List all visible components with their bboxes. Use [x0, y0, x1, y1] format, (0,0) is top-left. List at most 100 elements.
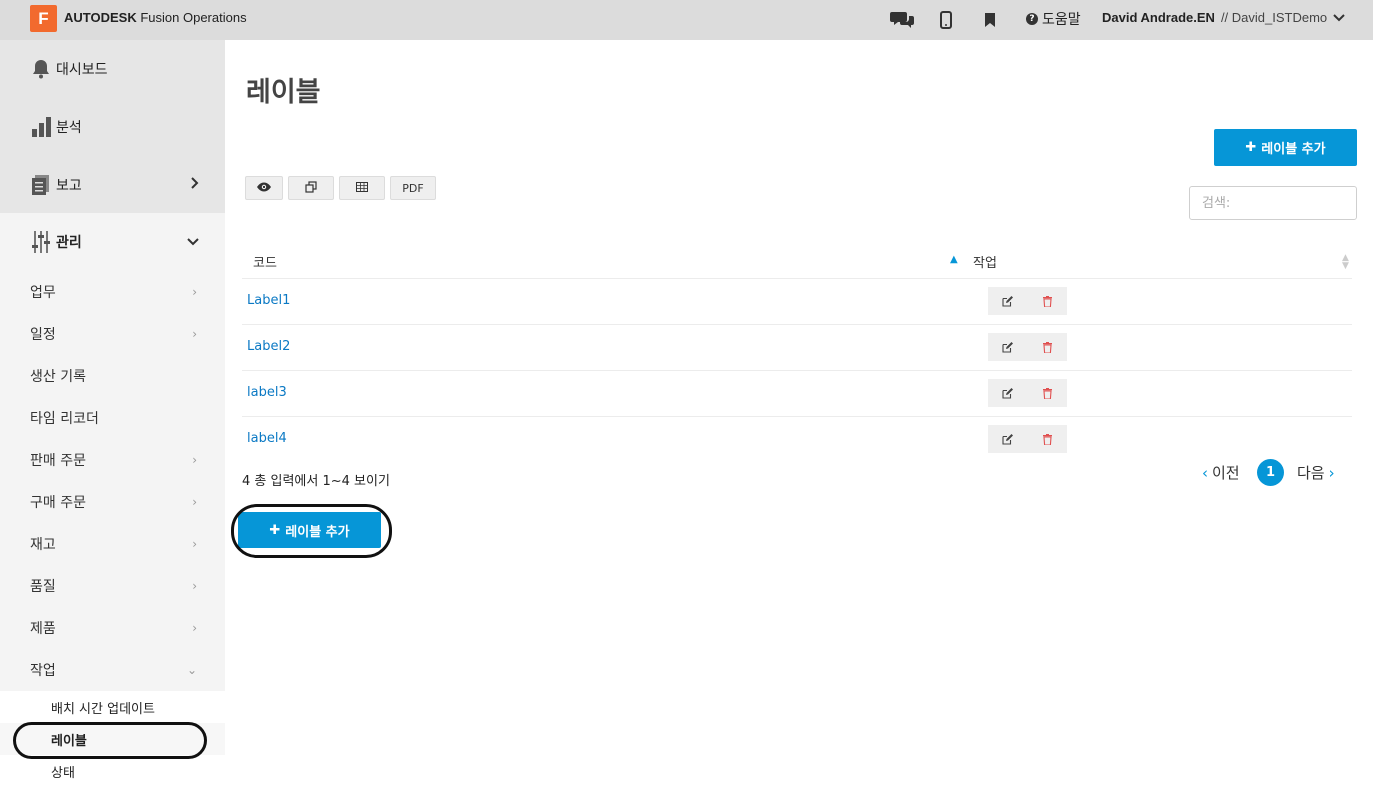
table-row-link[interactable]: label4: [247, 431, 287, 446]
pagination-prev[interactable]: ‹ 이전: [1202, 462, 1240, 483]
table-divider: [242, 278, 1352, 279]
sidebar-sub-label: 품질: [30, 579, 56, 595]
brand-name: AUTODESK Fusion Operations: [64, 10, 247, 25]
chevron-down-icon: [1333, 10, 1345, 25]
brand-product: Fusion Operations: [140, 10, 247, 25]
sidebar-sub-label: 재고: [30, 537, 56, 553]
sidebar-sub-quality[interactable]: 품질 ›: [0, 565, 225, 607]
excel-export-button[interactable]: [339, 176, 385, 200]
edit-icon[interactable]: [988, 379, 1028, 407]
plus-icon: ✚: [1245, 140, 1257, 155]
sidebar-leaf-labels[interactable]: 레이블: [0, 723, 225, 755]
sidebar-sub-schedule[interactable]: 일정 ›: [0, 313, 225, 355]
add-label-button[interactable]: ✚ 레이블 추가: [1214, 129, 1357, 166]
user-menu[interactable]: David Andrade.EN // David_ISTDemo: [1102, 10, 1345, 25]
chevron-right-icon: ›: [1328, 463, 1335, 482]
sidebar-sub-tasks[interactable]: 업무 ›: [0, 271, 225, 313]
sidebar-sub-label: 타임 리코더: [30, 411, 99, 427]
pagination-next[interactable]: 다음 ›: [1297, 462, 1335, 483]
sidebar: 대시보드 분석 보고 관리 업무 › 일정 › 생산 기록 타임 리코더 판매 주문…: [0, 40, 225, 791]
sidebar-sub-time-recorder[interactable]: 타임 리코더: [0, 397, 225, 439]
tenant-name: // David_ISTDemo: [1220, 10, 1328, 25]
table-row-link[interactable]: Label2: [247, 339, 290, 354]
column-visibility-button[interactable]: [245, 176, 283, 200]
chevron-right-icon: ›: [192, 621, 197, 635]
pagination-prev-label: 이전: [1212, 464, 1240, 482]
eye-icon: [257, 182, 271, 195]
sidebar-sub-work[interactable]: 작업 ⌄: [0, 649, 225, 691]
chevron-right-icon: ›: [192, 537, 197, 551]
sidebar-sub-sales-orders[interactable]: 판매 주문 ›: [0, 439, 225, 481]
plus-icon: ✚: [269, 522, 281, 538]
trash-icon[interactable]: [1028, 425, 1068, 453]
copy-button[interactable]: [288, 176, 334, 200]
add-label-button-text: 레이블 추가: [1261, 142, 1326, 157]
sidebar-leaf-section: 배치 시간 업데이트 레이블 상태: [0, 691, 225, 791]
sidebar-sub-inventory[interactable]: 재고 ›: [0, 523, 225, 565]
search-input[interactable]: [1189, 186, 1357, 220]
sidebar-item-management[interactable]: 관리: [0, 213, 225, 271]
help-label: 도움말: [1042, 12, 1081, 28]
edit-icon[interactable]: [988, 425, 1028, 453]
table-row-link[interactable]: Label1: [247, 293, 290, 308]
sidebar-sub-products[interactable]: 제품 ›: [0, 607, 225, 649]
pdf-export-button[interactable]: PDF: [390, 176, 436, 200]
sidebar-item-label: 분석: [56, 120, 82, 136]
sidebar-leaf-batch-time-update[interactable]: 배치 시간 업데이트: [0, 691, 225, 723]
chevron-right-icon: [191, 177, 199, 193]
top-bar: F AUTODESK Fusion Operations ? 도움말 David…: [0, 0, 1373, 40]
table-icon: [356, 181, 368, 195]
table-divider: [242, 324, 1352, 325]
copy-icon: [305, 180, 317, 196]
sidebar-item-dashboard[interactable]: 대시보드: [0, 40, 225, 98]
sidebar-sub-label: 작업: [30, 663, 56, 679]
chevron-down-icon: ⌄: [186, 663, 197, 677]
chevron-right-icon: ›: [192, 453, 197, 467]
chevron-right-icon: ›: [192, 495, 197, 509]
page-title: 레이블: [246, 77, 321, 108]
bar-chart-icon: [30, 116, 52, 138]
sidebar-item-label: 보고: [56, 178, 82, 194]
help-link[interactable]: ? 도움말: [1026, 9, 1081, 29]
row-actions: [988, 287, 1067, 315]
sidebar-sub-label: 판매 주문: [30, 453, 86, 469]
trash-icon[interactable]: [1028, 379, 1068, 407]
sort-both-icon: ▲ ▼: [1342, 253, 1349, 271]
table-divider: [242, 416, 1352, 417]
pagination-next-label: 다음: [1297, 464, 1325, 482]
edit-icon[interactable]: [988, 287, 1028, 315]
add-label-button-text: 레이블 추가: [285, 524, 350, 540]
chevron-down-icon: [187, 234, 199, 250]
brand-bold: AUTODESK: [64, 10, 137, 25]
bookmark-icon[interactable]: [978, 8, 1002, 32]
question-icon: ?: [1026, 13, 1038, 25]
add-label-button-bottom[interactable]: ✚ 레이블 추가: [238, 512, 381, 548]
sidebar-item-reports[interactable]: 보고: [0, 156, 225, 214]
sidebar-sub-label: 일정: [30, 327, 56, 343]
column-header-code[interactable]: 코드: [253, 252, 277, 271]
sidebar-item-analysis[interactable]: 분석: [0, 98, 225, 156]
pagination-current[interactable]: 1: [1257, 459, 1284, 486]
sidebar-leaf-status[interactable]: 상태: [0, 755, 225, 787]
trash-icon[interactable]: [1028, 287, 1068, 315]
sidebar-sub-production-log[interactable]: 생산 기록: [0, 355, 225, 397]
table-row-link[interactable]: label3: [247, 385, 287, 400]
chat-icon[interactable]: [890, 8, 914, 32]
edit-icon[interactable]: [988, 333, 1028, 361]
user-name: David Andrade.EN: [1102, 10, 1215, 25]
bell-icon: [30, 58, 52, 80]
mobile-icon[interactable]: [934, 8, 958, 32]
sidebar-sub-label: 제품: [30, 621, 56, 637]
row-actions: [988, 379, 1067, 407]
sidebar-item-label: 대시보드: [56, 62, 108, 78]
sidebar-item-label: 관리: [56, 235, 82, 251]
sidebar-leaf-label: 상태: [51, 765, 75, 781]
pdf-button-label: PDF: [402, 181, 424, 195]
fusion-logo[interactable]: F: [30, 5, 57, 32]
row-actions: [988, 425, 1067, 453]
column-header-action[interactable]: 작업: [973, 252, 997, 271]
chevron-right-icon: ›: [192, 285, 197, 299]
sidebar-sub-purchase-orders[interactable]: 구매 주문 ›: [0, 481, 225, 523]
chevron-right-icon: ›: [192, 327, 197, 341]
trash-icon[interactable]: [1028, 333, 1068, 361]
